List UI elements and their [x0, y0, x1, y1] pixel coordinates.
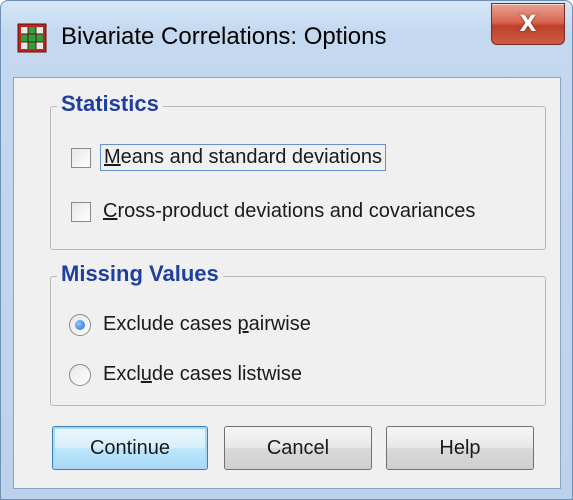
- cancel-button[interactable]: Cancel: [224, 426, 372, 470]
- exclude-listwise-text-a: Excl: [103, 363, 141, 385]
- cross-product-checkbox[interactable]: [71, 201, 91, 222]
- close-button[interactable]: X: [491, 3, 565, 45]
- cross-product-option[interactable]: Cross-product deviations and covariances: [71, 200, 475, 223]
- exclude-listwise-option[interactable]: Exclude cases listwise: [69, 363, 302, 386]
- means-std-option[interactable]: Means and standard deviations: [71, 144, 386, 171]
- exclude-listwise-mnemonic: u: [140, 363, 152, 385]
- help-button[interactable]: Help: [386, 426, 534, 470]
- means-std-text: eans and standard deviations: [120, 146, 382, 168]
- dialog-window: Bivariate Correlations: Options X Statis…: [0, 0, 573, 500]
- exclude-pairwise-radio[interactable]: [69, 313, 91, 336]
- missing-values-group: Missing Values Exclude cases pairwise Ex…: [50, 261, 546, 406]
- exclude-pairwise-mnemonic: p: [237, 313, 249, 335]
- exclude-listwise-radio[interactable]: [69, 363, 91, 386]
- exclude-pairwise-label[interactable]: Exclude cases pairwise: [103, 313, 311, 336]
- statistics-group: Statistics Means and standard deviations…: [50, 91, 546, 250]
- cross-product-mnemonic: C: [103, 200, 118, 222]
- means-std-checkbox[interactable]: [71, 147, 91, 168]
- dialog-body: Statistics Means and standard deviations…: [13, 77, 561, 489]
- missing-values-legend: Missing Values: [57, 261, 223, 287]
- means-std-mnemonic: M: [104, 146, 121, 168]
- exclude-pairwise-option[interactable]: Exclude cases pairwise: [69, 313, 311, 336]
- title-bar[interactable]: Bivariate Correlations: Options X: [1, 1, 572, 77]
- means-std-label[interactable]: Means and standard deviations: [100, 144, 386, 171]
- dialog-title: Bivariate Correlations: Options: [61, 23, 387, 50]
- statistics-legend: Statistics: [57, 91, 163, 117]
- close-icon: X: [519, 11, 537, 37]
- exclude-listwise-text-b: de cases listwise: [151, 363, 302, 385]
- cancel-label: Cancel: [266, 436, 330, 459]
- exclude-listwise-label[interactable]: Exclude cases listwise: [103, 363, 302, 386]
- help-label: Help: [439, 436, 481, 459]
- cross-product-text: ross-product deviations and covariances: [117, 200, 476, 222]
- continue-label: Continue: [89, 436, 171, 459]
- continue-button[interactable]: Continue: [52, 426, 208, 470]
- cross-product-label[interactable]: Cross-product deviations and covariances: [103, 200, 475, 223]
- exclude-pairwise-text-b: airwise: [248, 313, 311, 335]
- spss-app-icon: [17, 23, 47, 53]
- exclude-pairwise-text-a: Exclude cases: [103, 313, 238, 335]
